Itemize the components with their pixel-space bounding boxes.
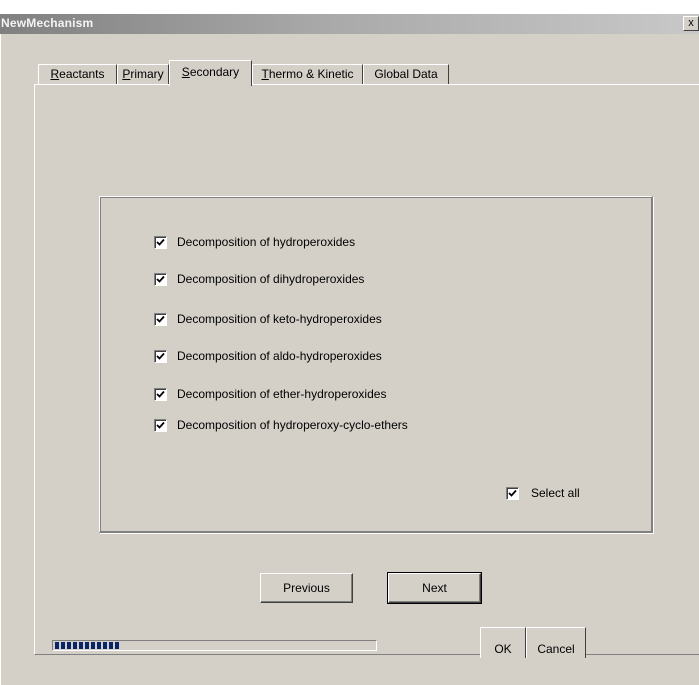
option-hydroperoxides[interactable]: Decomposition of hydroperoxides bbox=[154, 234, 355, 250]
checkmark-icon bbox=[156, 238, 165, 246]
progress-bar bbox=[52, 640, 377, 651]
options-group: Decomposition of hydroperoxides Decompos… bbox=[99, 196, 653, 533]
tab-reactants[interactable]: Reactants bbox=[38, 64, 117, 84]
ok-button-label: OK bbox=[494, 642, 512, 656]
checkmark-icon bbox=[156, 421, 165, 429]
next-button[interactable]: Next bbox=[387, 572, 482, 604]
option-label: Decomposition of hydroperoxy-cyclo-ether… bbox=[177, 418, 408, 432]
option-label: Decomposition of ether-hydroperoxides bbox=[177, 387, 387, 401]
option-hydroperoxy-cyclo-ethers[interactable]: Decomposition of hydroperoxy-cyclo-ether… bbox=[154, 417, 408, 433]
window-title: NewMechanism bbox=[1, 16, 94, 30]
tab-global-data[interactable]: Global Data bbox=[363, 64, 449, 84]
previous-button-label: Previous bbox=[283, 581, 330, 595]
option-ether-hydroperoxides[interactable]: Decomposition of ether-hydroperoxides bbox=[154, 386, 386, 402]
checkmark-icon bbox=[156, 315, 165, 323]
select-all-checkbox[interactable] bbox=[506, 486, 519, 500]
cancel-button[interactable]: Cancel bbox=[526, 627, 586, 658]
checkbox[interactable] bbox=[154, 387, 167, 401]
tab-label: hermo & Kinetic bbox=[268, 67, 354, 81]
checkbox[interactable] bbox=[154, 349, 167, 363]
next-button-label: Next bbox=[422, 581, 447, 595]
option-label: Decomposition of aldo-hydroperoxides bbox=[177, 349, 382, 363]
close-button[interactable]: x bbox=[683, 16, 699, 31]
tab-primary[interactable]: Primary bbox=[117, 64, 169, 84]
tab-label: eactants bbox=[59, 67, 105, 81]
option-label: Decomposition of dihydroperoxides bbox=[177, 272, 365, 286]
checkmark-icon bbox=[156, 352, 165, 360]
checkmark-icon bbox=[508, 489, 517, 497]
checkmark-icon bbox=[156, 390, 165, 398]
tab-mnemonic: R bbox=[50, 67, 60, 81]
checkbox[interactable] bbox=[154, 272, 167, 286]
tab-label: Global Data bbox=[374, 67, 438, 81]
close-icon: x bbox=[688, 17, 694, 29]
title-bar[interactable]: NewMechanism x bbox=[0, 14, 699, 34]
checkbox[interactable] bbox=[154, 312, 167, 326]
option-label: Decomposition of hydroperoxides bbox=[177, 235, 356, 249]
tab-secondary[interactable]: Secondary bbox=[169, 60, 252, 86]
ok-button[interactable]: OK bbox=[480, 627, 526, 658]
option-keto-hydroperoxides[interactable]: Decomposition of keto-hydroperoxides bbox=[154, 311, 382, 327]
progress-fill bbox=[55, 642, 119, 649]
tab-label: rimary bbox=[130, 67, 164, 81]
option-label: Decomposition of keto-hydroperoxides bbox=[177, 312, 382, 326]
checkbox[interactable] bbox=[154, 418, 167, 432]
select-all-label: Select all bbox=[531, 486, 580, 500]
option-dihydroperoxides[interactable]: Decomposition of dihydroperoxides bbox=[154, 271, 364, 287]
select-all-option[interactable]: Select all bbox=[506, 485, 580, 501]
tab-thermo-kinetic[interactable]: Thermo & Kinetic bbox=[252, 64, 363, 84]
tab-mnemonic: S bbox=[181, 65, 190, 79]
tab-mnemonic: T bbox=[261, 67, 269, 81]
window-frame-edge bbox=[0, 34, 3, 685]
cancel-button-label: Cancel bbox=[537, 642, 575, 656]
tab-label: econdary bbox=[189, 65, 240, 79]
option-aldo-hydroperoxides[interactable]: Decomposition of aldo-hydroperoxides bbox=[154, 348, 382, 364]
checkbox[interactable] bbox=[154, 235, 167, 249]
checkmark-icon bbox=[156, 275, 165, 283]
previous-button[interactable]: Previous bbox=[260, 573, 353, 603]
